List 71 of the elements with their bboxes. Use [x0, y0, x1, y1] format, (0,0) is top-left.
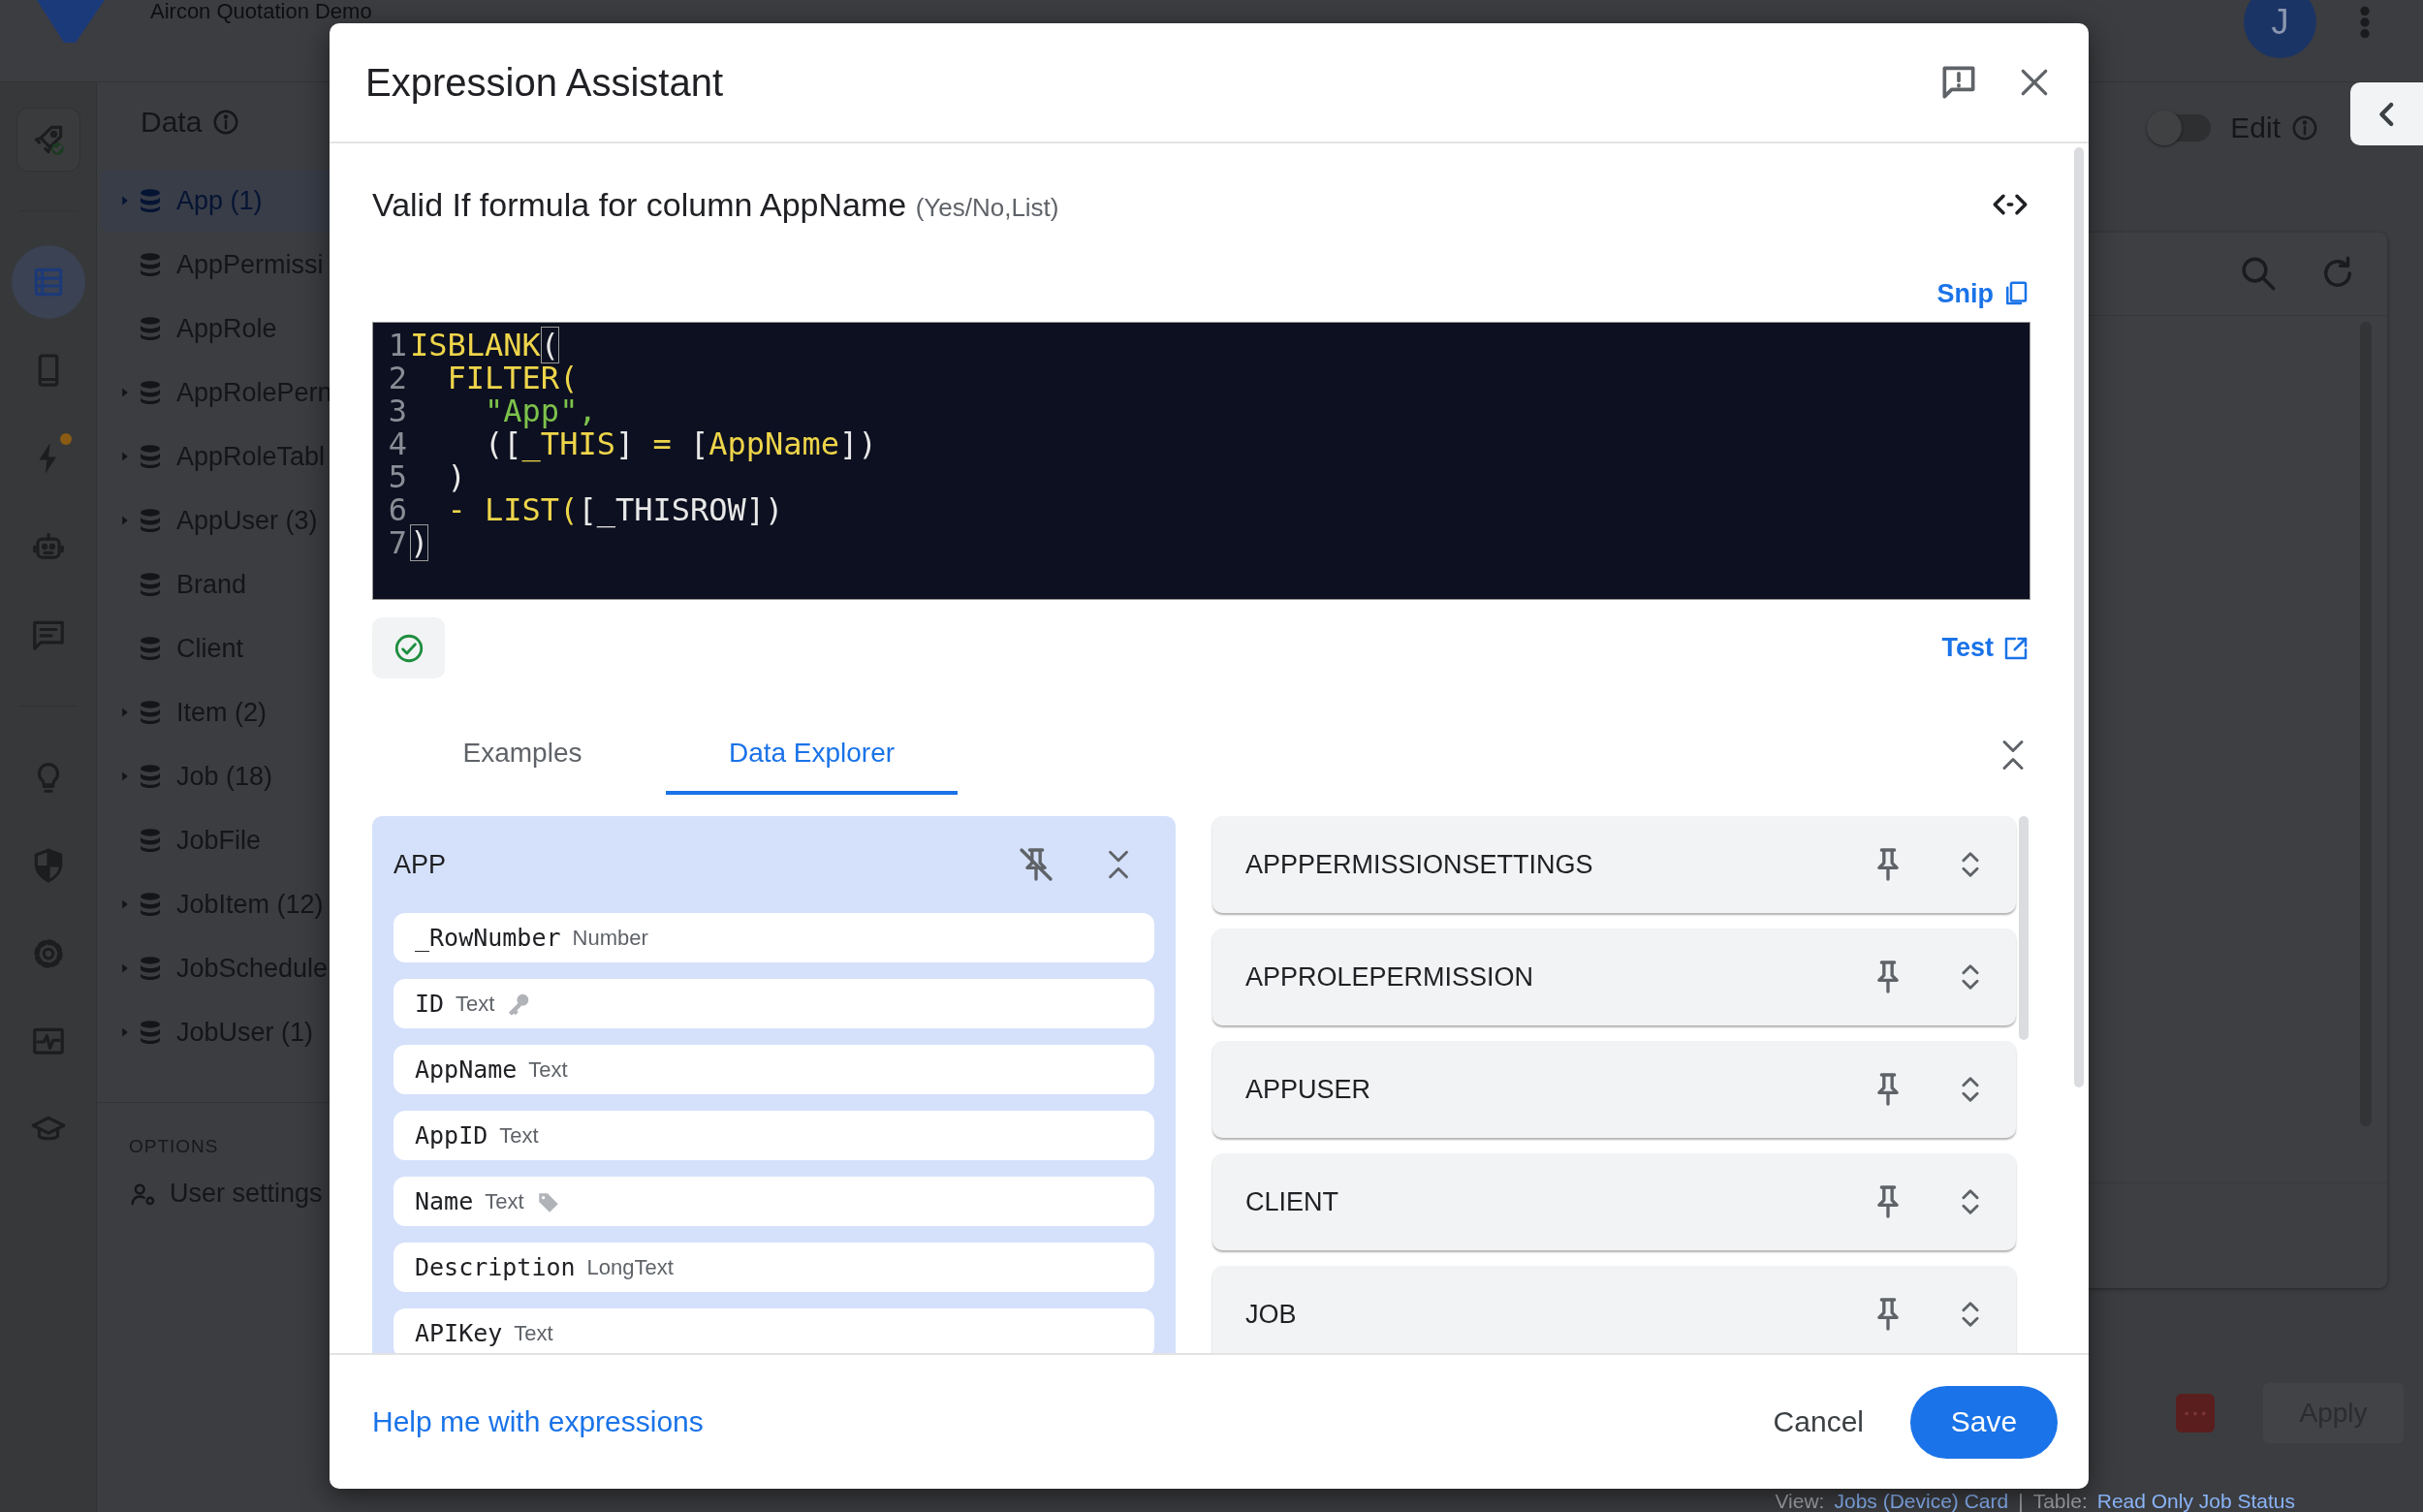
table-name: APPROLEPERMISSION	[1245, 961, 1535, 992]
column-item[interactable]: _RowNumber Number	[393, 913, 1154, 962]
snip-link[interactable]: Snip	[1936, 278, 2030, 309]
save-button[interactable]: Save	[1910, 1385, 2058, 1459]
table-name: CLIENT	[1245, 1186, 1340, 1217]
status-label: Table:	[2032, 1491, 2088, 1512]
column-name: AppName	[415, 1055, 518, 1084]
avatar[interactable]: J	[2244, 0, 2316, 58]
dialog-title: Expression Assistant	[365, 60, 725, 105]
code-line: ISBLANK(	[410, 329, 561, 362]
table-link[interactable]: Read Only Job Status	[2096, 1491, 2295, 1512]
scrollbar[interactable]	[2074, 147, 2084, 1087]
validate-button[interactable]	[372, 617, 445, 678]
line-number: 1	[387, 329, 408, 362]
table-name: APPUSER	[1245, 1074, 1372, 1105]
column-name: _RowNumber	[415, 924, 561, 952]
column-name: Description	[415, 1253, 576, 1281]
column-type: Text	[528, 1056, 568, 1083]
column-type: Text	[485, 1188, 524, 1214]
tab[interactable]: Data Explorer	[666, 714, 958, 795]
formula-heading: Valid If formula for column AppName (Yes/No,List)	[372, 185, 1060, 224]
column-item[interactable]: AppID Text	[393, 1111, 1154, 1160]
column-type: Text	[456, 991, 495, 1017]
table-card[interactable]: APPROLEPERMISSION	[1212, 929, 2016, 1025]
column-name: ID	[415, 990, 445, 1018]
code-editor[interactable]: 1 ISBLANK( 2 FILTER( 3 "App", 4 ([_THIS] = [AppName]) 5 ) 6 - LIST([_THISROW]) 7)	[372, 322, 2030, 600]
column-type: LongText	[586, 1254, 674, 1280]
table-name: JOB	[1245, 1299, 1298, 1330]
help-link[interactable]: Help me with expressions	[372, 1405, 1762, 1438]
table-card[interactable]: APPUSER	[1212, 1041, 2016, 1138]
unpin-icon[interactable]	[1017, 845, 1055, 884]
nav-item[interactable]	[16, 107, 80, 172]
collapse-panel-button[interactable]	[2350, 82, 2423, 145]
column-type: Number	[572, 925, 648, 951]
table-name: APPPERMISSIONSETTINGS	[1245, 849, 1594, 880]
more-button[interactable]	[2176, 1394, 2215, 1433]
line-number: 2	[387, 362, 408, 394]
code-line: )	[410, 526, 430, 559]
tab[interactable]: Examples	[411, 714, 634, 795]
column-type: Text	[499, 1122, 539, 1149]
table-card[interactable]: JOB	[1212, 1266, 2016, 1353]
column-item[interactable]: AppName Text	[393, 1045, 1154, 1094]
column-name: AppID	[415, 1121, 488, 1150]
table-card[interactable]: CLIENT	[1212, 1153, 2016, 1250]
table-name: APP	[393, 849, 448, 880]
column-item[interactable]: APIKey Text	[393, 1308, 1154, 1353]
status-label: View:	[1775, 1491, 1825, 1512]
code-line: ([_THIS] = [AppName])	[484, 427, 878, 460]
column-item[interactable]: Description LongText	[393, 1243, 1154, 1292]
app-logo	[37, 0, 105, 43]
line-number: 4	[387, 427, 408, 460]
line-number: 7	[387, 526, 408, 559]
view-link[interactable]: Jobs (Device) Card	[1834, 1491, 2009, 1512]
code-line: )	[446, 460, 467, 493]
more-icon	[2185, 1410, 2206, 1416]
line-number: 6	[387, 493, 408, 526]
table-card[interactable]: APPPERMISSIONSETTINGS	[1212, 816, 2016, 913]
line-number: 3	[387, 394, 408, 427]
scrollbar[interactable]	[2019, 816, 2029, 1040]
code-line: - LIST([_THISROW])	[446, 493, 785, 526]
code-line: "App",	[485, 394, 598, 427]
cancel-button[interactable]: Cancel	[1761, 1396, 1875, 1448]
separator: |	[2018, 1491, 2024, 1512]
column-item[interactable]: Name Text	[393, 1177, 1154, 1226]
column-name: APIKey	[415, 1319, 503, 1347]
line-number: 5	[387, 460, 408, 493]
column-type: Text	[514, 1320, 553, 1346]
column-item[interactable]: ID Text	[393, 979, 1154, 1028]
code-line: FILTER(	[446, 362, 580, 394]
column-name: Name	[415, 1187, 474, 1215]
test-link[interactable]: Test	[1941, 633, 2030, 663]
